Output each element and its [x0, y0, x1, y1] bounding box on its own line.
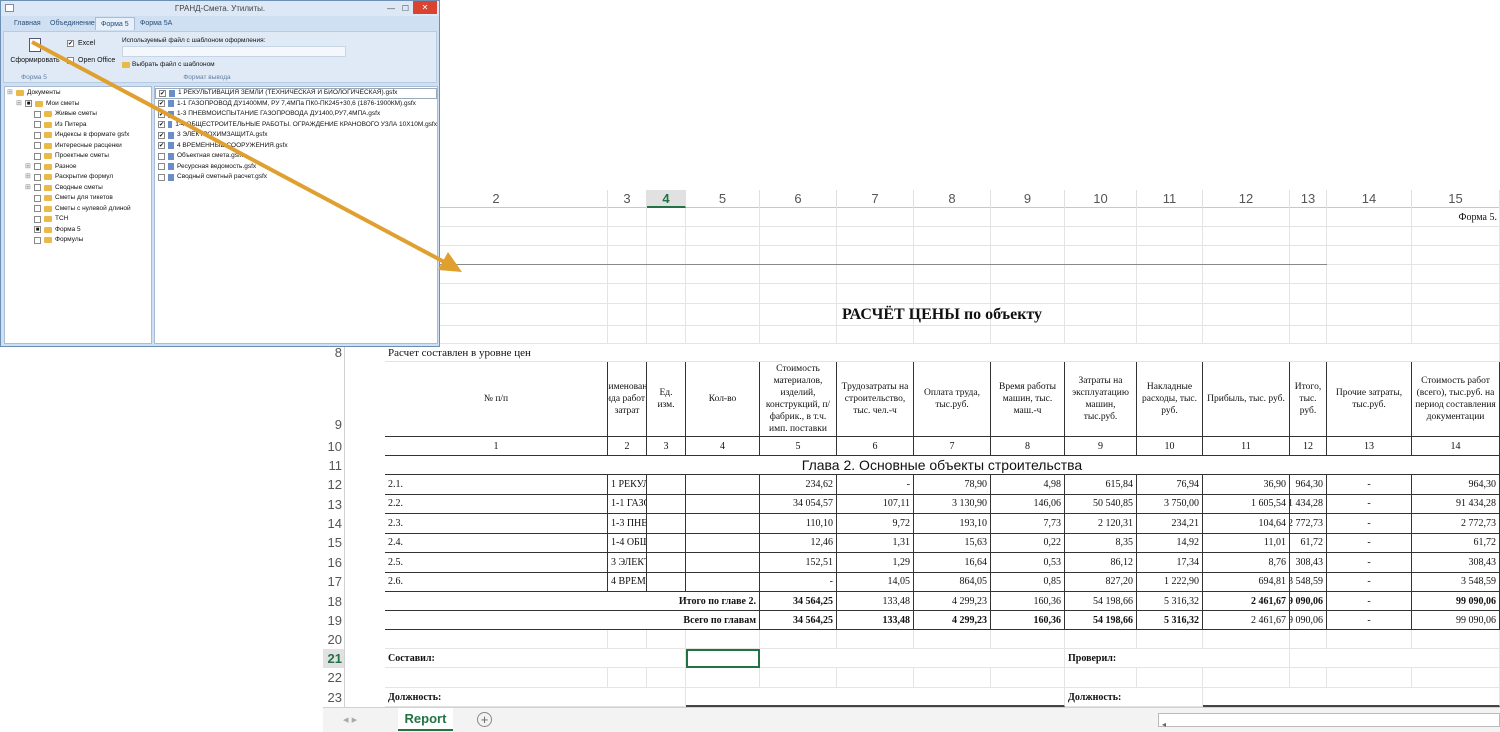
- arrow-line: [31, 40, 449, 266]
- pointer-arrow: [31, 40, 462, 272]
